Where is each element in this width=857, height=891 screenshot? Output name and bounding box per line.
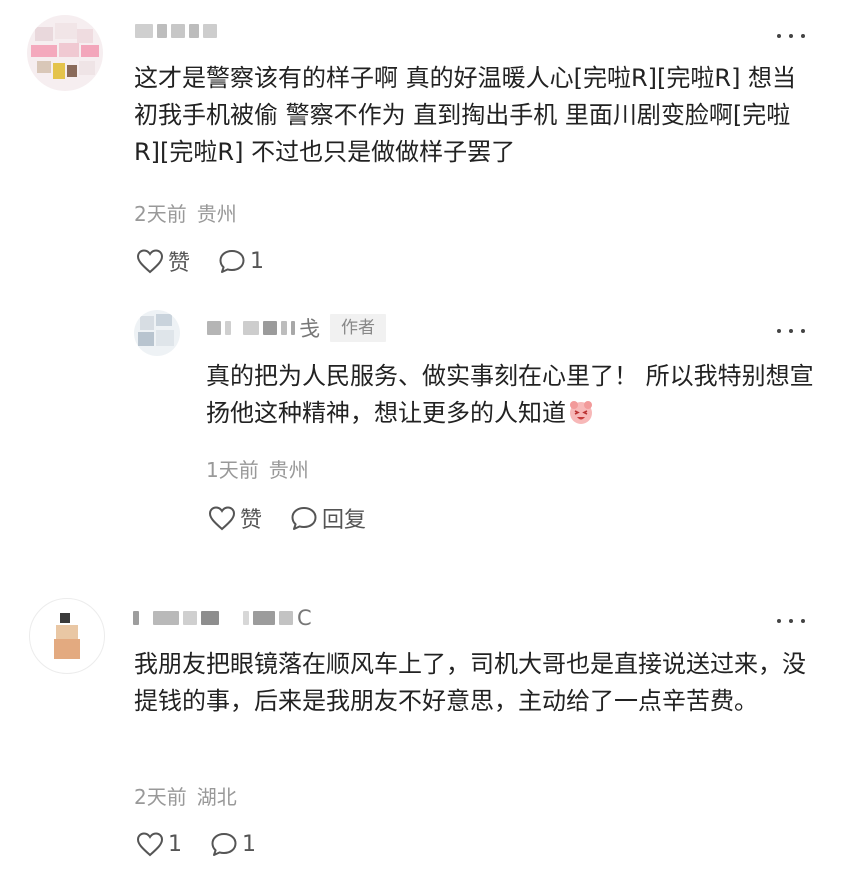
author-badge: 作者 <box>330 314 386 342</box>
more-dots-icon[interactable] <box>777 612 805 630</box>
comment-actions: 1 1 <box>136 829 284 859</box>
heart-outline-icon <box>136 249 164 274</box>
timestamp: 1天前 <box>206 458 259 482</box>
avatar[interactable] <box>29 598 105 674</box>
location: 贵州 <box>196 202 237 226</box>
timestamp: 2天前 <box>134 202 187 226</box>
like-button[interactable]: 赞 <box>208 502 262 534</box>
heart-outline-icon <box>208 506 236 531</box>
reply-meta: 1天前 贵州 <box>206 457 309 483</box>
comment-text: 我朋友把眼镜落在顺风车上了，司机大哥也是直接说送过来，没提钱的事，后来是我朋友不… <box>134 650 806 715</box>
comment-1: 这才是警察该有的样子啊 真的好温暖人心[完啦R][完啦R] 想当初我手机被偷 警… <box>0 0 857 290</box>
laughing-face-emoji <box>570 401 592 424</box>
like-label: 赞 <box>168 251 191 276</box>
like-label: 赞 <box>240 508 263 533</box>
speech-bubble-icon <box>211 833 237 856</box>
more-dots-icon[interactable] <box>777 27 805 45</box>
username-visible-char: C <box>297 606 312 630</box>
like-count: 1 <box>168 831 182 857</box>
reply-button[interactable]: 1 <box>210 831 256 857</box>
reply-count: 1 <box>250 248 265 274</box>
avatar[interactable] <box>134 310 180 356</box>
reply-label: 回复 <box>322 508 367 533</box>
comment-reply-author: 戋 作者 真的把为人民服务、做实事刻在心里了！ 所以我特别想宣扬他这种精神，想让… <box>0 300 857 550</box>
comment-meta: 2天前 湖北 <box>134 784 237 810</box>
more-dots-icon[interactable] <box>777 322 805 340</box>
like-button[interactable]: 赞 <box>136 245 190 277</box>
reply-button[interactable]: 回复 <box>290 502 366 534</box>
comment-meta: 2天前 贵州 <box>134 201 237 227</box>
heart-outline-icon <box>136 832 164 857</box>
reply-count: 1 <box>242 831 256 857</box>
location: 贵州 <box>268 458 309 482</box>
username[interactable]: C <box>133 606 312 630</box>
avatar[interactable] <box>27 15 103 91</box>
reply-button[interactable]: 1 <box>218 248 264 274</box>
reply-text: 真的把为人民服务、做实事刻在心里了！ 所以我特别想宣扬他这种精神，想让更多的人知… <box>206 358 816 432</box>
username-visible-char: 戋 <box>299 317 320 341</box>
reply-text-body: 真的把为人民服务、做实事刻在心里了！ 所以我特别想宣扬他这种精神，想让更多的人知… <box>206 362 814 427</box>
speech-bubble-icon <box>291 507 317 530</box>
username[interactable] <box>135 20 217 42</box>
like-button[interactable]: 1 <box>136 831 182 857</box>
location: 湖北 <box>196 785 237 809</box>
timestamp: 2天前 <box>134 785 187 809</box>
username[interactable]: 戋 作者 <box>207 314 386 342</box>
comment-actions: 赞 1 <box>136 246 292 276</box>
speech-bubble-icon <box>219 250 245 273</box>
reply-actions: 赞 回复 <box>208 503 394 533</box>
comment-text: 这才是警察该有的样子啊 真的好温暖人心[完啦R][完啦R] 想当初我手机被偷 警… <box>134 64 797 166</box>
comment-2: C 我朋友把眼镜落在顺风车上了，司机大哥也是直接说送过来，没提钱的事，后来是我朋… <box>0 590 857 891</box>
